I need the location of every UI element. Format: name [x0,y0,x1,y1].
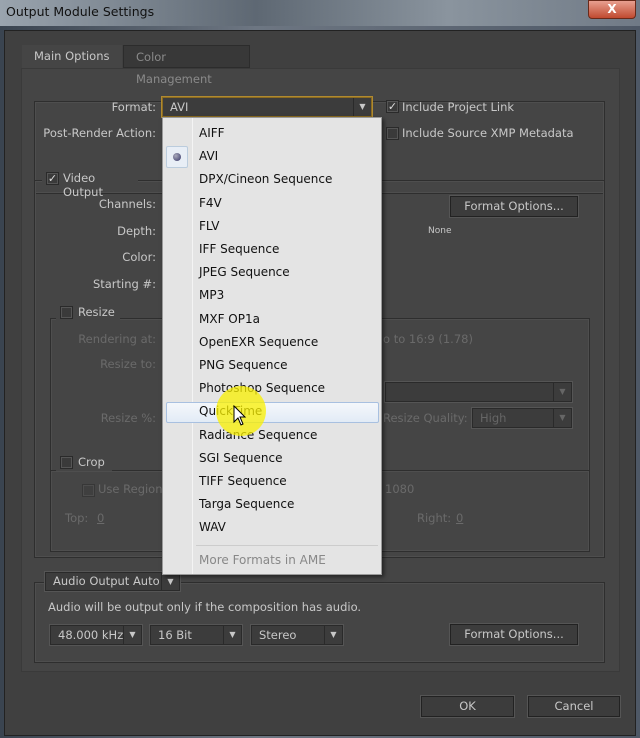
menu-item-sgi-sequence[interactable]: SGI Sequence [199,448,282,468]
resize-to-label: Resize to: [100,357,156,371]
tab-main-options[interactable]: Main Options [22,45,122,68]
include-xmp-label: Include Source XMP Metadata [402,126,574,140]
tab-color-management[interactable]: Color Management [123,45,250,86]
crop-legend: Crop [56,455,112,471]
menu-item-flv[interactable]: FLV [199,216,219,236]
menu-item-f4v[interactable]: F4V [199,193,222,213]
close-button[interactable]: X [588,0,636,19]
aspect-text: o to 16:9 (1.78) [383,332,473,346]
video-format-options-button[interactable]: Format Options... [450,196,578,217]
include-xmp-checkbox[interactable] [386,127,399,140]
crop-label: Crop [78,455,105,469]
menu-item-mp3[interactable]: MP3 [199,285,224,305]
menu-item-jpeg-sequence[interactable]: JPEG Sequence [199,262,290,282]
resize-quality-value: High [480,411,507,425]
menu-icon-column [192,118,193,574]
menu-item-dpx-cineon-sequence[interactable]: DPX/Cineon Sequence [199,169,332,189]
resize-percent-label: Resize %: [100,411,156,425]
compression-text: None [428,226,452,236]
menu-item-wav[interactable]: WAV [199,517,226,537]
audio-output-select[interactable]: Audio Output Auto ▼ [45,572,180,591]
include-project-link-checkbox[interactable]: ✓ [386,100,399,113]
resize-quality-label: Resize Quality: [383,411,468,425]
audio-note: Audio will be output only if the composi… [48,600,362,614]
format-select[interactable]: AVI ▼ [162,97,372,117]
include-project-link-label: Include Project Link [402,100,515,114]
menu-item-iff-sequence[interactable]: IFF Sequence [199,239,279,259]
chevron-down-icon: ▼ [123,626,141,644]
menu-item-mxf-op1a[interactable]: MXF OP1a [199,309,260,329]
audio-channels-value: Stereo [259,628,297,642]
menu-item-targa-sequence[interactable]: Targa Sequence [199,494,294,514]
crop-right-label: Right: [417,511,452,525]
audio-mode-value: Audio Output Auto [53,574,160,588]
cancel-button[interactable]: Cancel [528,696,620,717]
crop-top-value[interactable]: 0 [97,511,104,525]
rendering-at-label: Rendering at: [78,332,156,346]
use-region-checkbox[interactable] [82,484,95,497]
resize-checkbox[interactable] [60,306,73,319]
starting-number-label: Starting #: [92,277,156,291]
bit-depth-select[interactable]: 16 Bit ▼ [150,625,242,645]
menu-item-photoshop-sequence[interactable]: Photoshop Sequence [199,378,325,398]
audio-format-options-button[interactable]: Format Options... [450,624,578,645]
resize-quality-select[interactable]: High ▼ [472,408,572,428]
depth-label: Depth: [117,224,156,238]
crop-size-text: 1080 [385,482,415,496]
resize-to-select[interactable]: ▼ [385,382,572,402]
color-label: Color: [122,250,156,264]
menu-item-openexr-sequence[interactable]: OpenEXR Sequence [199,332,318,352]
crop-top-label: Top: [65,511,89,525]
ok-button[interactable]: OK [421,696,514,717]
menu-item-tiff-sequence[interactable]: TIFF Sequence [199,471,287,491]
chevron-down-icon: ▼ [353,98,371,116]
crop-checkbox[interactable] [60,456,73,469]
format-label: Format: [111,100,156,114]
format-value: AVI [170,100,189,114]
chevron-down-icon: ▼ [223,626,241,644]
chevron-down-icon: ▼ [161,573,179,590]
resize-legend: Resize [56,305,120,321]
video-output-label: Video Output [63,171,103,199]
use-region-label: Use Region [98,482,163,496]
window-title: Output Module Settings [6,4,155,19]
menu-item-more-formats[interactable]: More Formats in AME [199,550,326,570]
format-dropdown-menu: More Formats in AME AIFF AVI DPX/Cineon Se… [162,117,382,575]
video-output-legend: ✓ Video Output [42,171,138,199]
post-render-label: Post-Render Action: [43,126,156,140]
menu-item-png-sequence[interactable]: PNG Sequence [199,355,288,375]
crop-right-value[interactable]: 0 [456,511,463,525]
chevron-down-icon: ▼ [553,409,571,427]
channels-label: Channels: [98,197,156,211]
sample-rate-select[interactable]: 48.000 kHz ▼ [50,625,142,645]
resize-label: Resize [78,305,115,319]
menu-separator [196,545,378,546]
chevron-down-icon: ▼ [324,626,342,644]
sample-rate-value: 48.000 kHz [58,628,124,642]
chevron-down-icon: ▼ [553,383,571,401]
hover-highlight [166,402,379,423]
mouse-cursor-icon [233,405,247,426]
audio-channels-select[interactable]: Stereo ▼ [251,625,343,645]
selected-radio-icon [166,146,188,168]
menu-item-avi[interactable]: AVI [199,146,218,166]
bit-depth-value: 16 Bit [158,628,192,642]
menu-item-aiff[interactable]: AIFF [199,123,225,143]
video-output-checkbox[interactable]: ✓ [46,172,59,185]
audio-group [34,582,605,663]
